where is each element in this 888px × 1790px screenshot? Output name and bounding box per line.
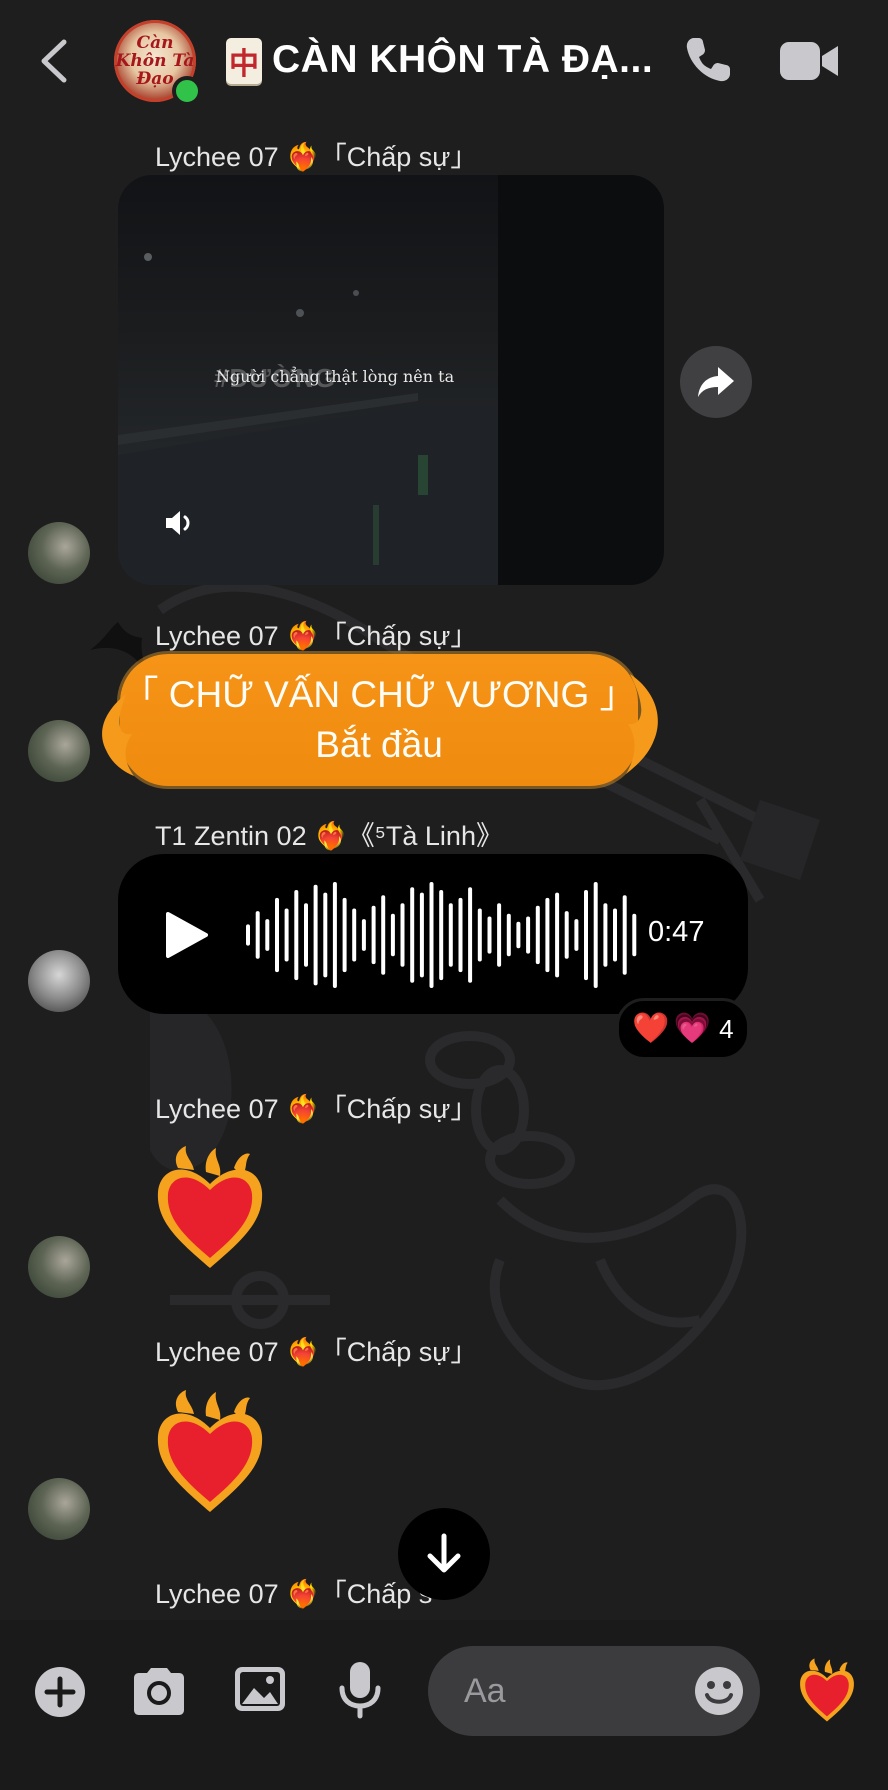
camera-icon[interactable] [130,1666,188,1716]
sender-name: Lychee 07 ❤️‍🔥「Chấp sự」 [155,142,478,172]
plus-icon[interactable] [34,1666,86,1718]
sender-name: T1 Zentin 02 ❤️‍🔥《⁵Tà Linh》 [155,821,503,851]
microphone-icon[interactable] [338,1660,382,1720]
voice-duration: 0:47 [648,916,705,948]
smiley-icon[interactable] [694,1666,744,1716]
waveform-bar [410,887,415,983]
waveform-bar [255,911,260,959]
sender-name: Lychee 07 ❤️‍🔥「Chấp sự」 [155,1337,478,1367]
waveform-bar [564,911,569,959]
avatar[interactable] [28,720,90,782]
sender-name: Lychee 07 ❤️‍🔥「Chấp sự」 [155,621,478,651]
video-message[interactable]: #ĐƯỜNG Người chẳng thật lòng nên ta [118,175,664,585]
share-button[interactable] [680,346,752,418]
waveform-bar [332,882,337,988]
heart-on-fire-icon[interactable] [150,1146,270,1272]
waveform-bar [390,913,395,957]
waveform-bar [429,882,434,988]
waveform-bar [622,895,627,975]
reactions-badge[interactable]: ❤️ 💗 4 [616,998,750,1060]
heart-on-fire-icon[interactable] [796,1658,858,1724]
waveform-bar [284,908,289,962]
waveform-bar [275,897,279,973]
waveform-bar [246,924,250,946]
waveform-bar [535,905,540,965]
waveform-bar [342,897,347,973]
waveform-bar [593,882,598,988]
chevron-left-icon[interactable] [34,36,74,86]
scroll-to-bottom-button[interactable] [398,1508,490,1600]
waveform-bar [294,890,299,981]
waveform-bar [419,892,424,978]
waveform-bar [361,919,366,951]
flame-right-decoration [626,674,658,774]
waveform-bar [371,905,376,965]
waveform-bar [632,913,637,957]
waveform-bar [323,892,328,978]
mahjong-tile-icon: 中 [226,38,262,84]
avatar[interactable] [28,950,90,1012]
sender-name: Lychee 07 ❤️‍🔥「Chấp sự」 [155,1094,478,1124]
chat-header: Càn Khôn Tà Đạo 中 CÀN KHÔN TÀ ĐẠ... [0,0,888,125]
waveform-bar [352,908,357,962]
red-heart-reaction: ❤️ [632,1012,670,1045]
waveform-bar [448,903,453,967]
flame-left-decoration [102,694,134,776]
avatar[interactable] [28,522,90,584]
video-camera-icon[interactable] [778,38,840,84]
waveform-bar [487,916,492,954]
waveform-bar [439,890,444,981]
message-line-1: 「 CHỮ VẤN CHỮ VƯƠNG 」 [121,674,637,715]
fire-text-message[interactable]: 「 CHỮ VẤN CHỮ VƯƠNG 」 Bắt đầu [120,654,638,786]
waveform-bar [574,919,579,951]
volume-icon[interactable] [162,505,198,541]
waveform-bar [381,895,386,975]
image-icon[interactable] [232,1664,288,1714]
share-arrow-icon [698,367,734,397]
waveform-bar [516,921,521,949]
waveform-bar [497,903,502,967]
waveform-bar [613,908,617,962]
waveform-bar [555,892,560,978]
waveform-bar [468,887,473,983]
waveform-bar [458,897,463,973]
avatar[interactable] [28,1478,90,1540]
online-status-dot [172,76,202,106]
waveform-bar [526,916,531,954]
waveform-bar [545,897,550,973]
arrow-down-icon [427,1533,461,1573]
heart-on-fire-icon[interactable] [150,1390,270,1516]
waveform-bar [506,913,511,957]
voice-message[interactable]: 0:47 [118,854,748,1014]
waveform-bar [304,903,308,967]
waveform-bar [400,903,405,967]
play-icon[interactable] [164,910,210,960]
video-caption: Người chẳng thật lòng nên ta [216,367,455,386]
waveform [246,882,637,988]
waveform-bar [584,890,588,981]
pink-heart-reaction: 💗 [673,1012,712,1045]
waveform-bar [477,908,482,962]
phone-icon[interactable] [682,34,734,86]
avatar[interactable] [28,1236,90,1298]
reaction-count: 4 [719,1013,734,1044]
waveform-bar [603,903,608,967]
waveform-bar [313,884,318,986]
message-line-2: Bắt đầu [315,724,443,765]
sender-name: Lychee 07 ❤️‍🔥「Chấp s [155,1579,433,1609]
chat-title[interactable]: CÀN KHÔN TÀ ĐẠ... [272,38,653,82]
waveform-bar [265,919,270,951]
